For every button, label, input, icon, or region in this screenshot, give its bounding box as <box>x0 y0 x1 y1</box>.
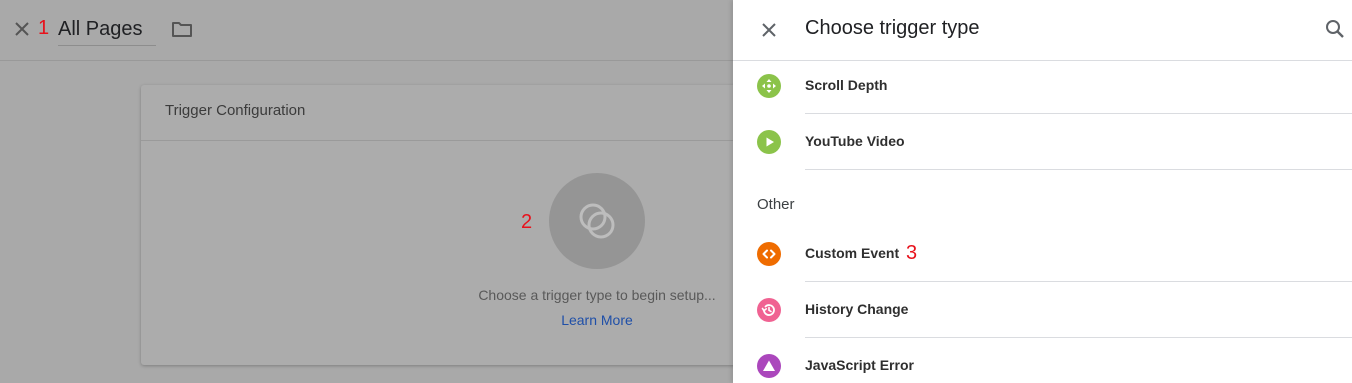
trigger-option-label: Scroll Depth <box>805 77 888 93</box>
folder-icon[interactable] <box>170 17 194 41</box>
trigger-option-custom-event[interactable]: Custom Event 3 <box>733 226 1352 282</box>
app-root: 1 All Pages Trigger Configuration 2 Choo… <box>0 0 1352 383</box>
annotation-number: 2 <box>521 211 533 233</box>
search-icon[interactable] <box>1324 18 1346 40</box>
annotation-number: 3 <box>906 242 918 264</box>
code-icon <box>757 242 781 266</box>
trigger-option-history-change[interactable]: History Change <box>733 282 1352 338</box>
empty-state-hint: Choose a trigger type to begin setup... <box>478 287 716 303</box>
trigger-icon <box>579 203 615 239</box>
trigger-option-label: YouTube Video <box>805 133 905 149</box>
history-icon <box>757 298 781 322</box>
trigger-option-youtube-video[interactable]: YouTube Video <box>733 114 1352 170</box>
drawer-header: Choose trigger type <box>733 0 1352 61</box>
scroll-depth-icon <box>757 74 781 98</box>
trigger-option-label: Custom Event <box>805 245 900 261</box>
trigger-option-scroll-depth[interactable]: Scroll Depth <box>733 58 1352 114</box>
trigger-option-label: History Change <box>805 301 909 317</box>
trigger-type-drawer: Choose trigger type Scroll Depth YouTube… <box>733 0 1352 383</box>
card-title: Trigger Configuration <box>165 102 306 119</box>
trigger-configuration-card: Trigger Configuration 2 Choose a trigger… <box>141 85 761 365</box>
trigger-option-javascript-error[interactable]: JavaScript Error <box>733 338 1352 383</box>
annotation-number: 1 <box>38 17 50 39</box>
trigger-name-input[interactable]: All Pages <box>58 16 156 46</box>
drawer-title: Choose trigger type <box>805 17 980 39</box>
warning-icon <box>757 354 781 378</box>
section-heading-other: Other <box>757 196 795 213</box>
card-divider <box>141 140 761 141</box>
close-icon[interactable] <box>11 18 33 40</box>
play-icon <box>757 130 781 154</box>
choose-trigger-type-button[interactable] <box>549 173 645 269</box>
editor-topbar: 1 All Pages <box>0 0 733 61</box>
learn-more-link[interactable]: Learn More <box>475 312 719 328</box>
close-icon[interactable] <box>758 19 780 41</box>
divider <box>805 169 1352 170</box>
trigger-option-label: JavaScript Error <box>805 357 914 373</box>
